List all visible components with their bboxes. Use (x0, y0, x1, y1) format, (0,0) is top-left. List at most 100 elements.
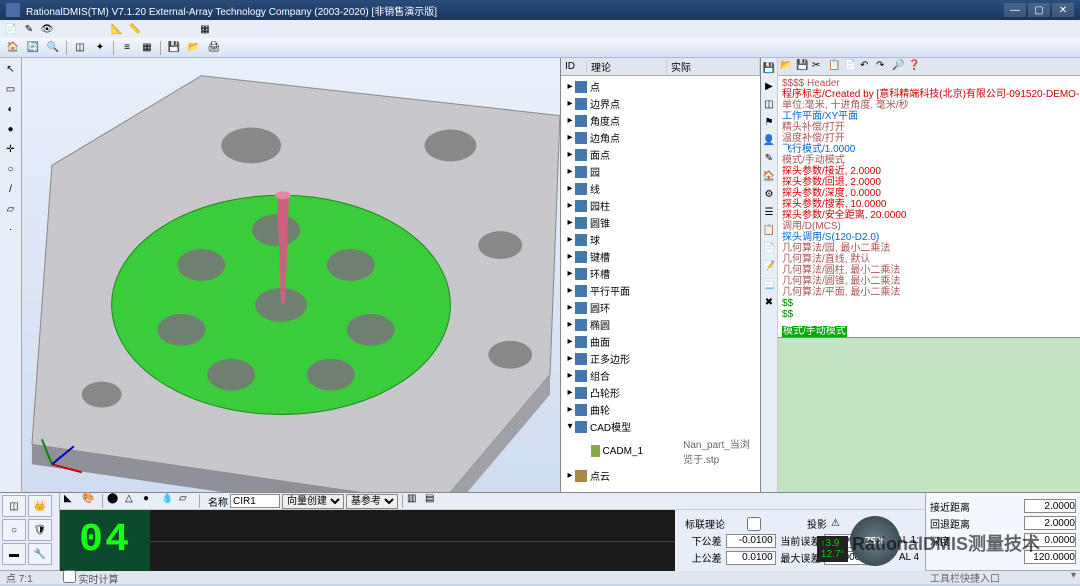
tree-item[interactable]: ▸正多边形 (563, 350, 758, 367)
name-input[interactable] (230, 494, 280, 508)
tb-open-icon[interactable]: 📂 (185, 40, 203, 56)
tree-item[interactable]: ▸曲面 (563, 333, 758, 350)
tree-item[interactable]: ▸圆环 (563, 299, 758, 316)
tb-zoom-icon[interactable]: 🔍 (44, 40, 62, 56)
st-sheet-icon[interactable]: 📃 (761, 276, 777, 292)
nomr-check[interactable] (729, 517, 779, 531)
rt-check[interactable] (63, 570, 76, 583)
bl-crest-icon[interactable]: 👑 (28, 495, 52, 517)
lt-line-icon[interactable]: / (2, 180, 20, 198)
stb-undo-icon[interactable]: ↶ (860, 60, 874, 74)
menu-probe-icon[interactable]: 📐 (110, 22, 124, 36)
minimize-button[interactable]: — (1004, 3, 1026, 17)
tree-root[interactable]: ▸点 (563, 78, 758, 95)
tree-item[interactable]: ▸面点 (563, 146, 758, 163)
tree-item[interactable]: ▸环槽 (563, 265, 758, 282)
tree-item[interactable]: ▸椭圆 (563, 316, 758, 333)
stb-cut-icon[interactable]: ✂ (812, 60, 826, 74)
bm-drop-icon[interactable]: 💧 (161, 493, 177, 509)
menu-edit-icon[interactable]: ✎ (22, 22, 36, 36)
lt-coord-icon[interactable]: ✛ (2, 140, 20, 158)
tree-cad-item[interactable]: CADM_1Nan_part_当浏览于.stp (563, 435, 758, 467)
st-note-icon[interactable]: 📝 (761, 258, 777, 274)
expand-icon[interactable]: ▾ (1071, 570, 1076, 585)
tree-item[interactable]: ▸线 (563, 180, 758, 197)
tb-cube-icon[interactable]: ◫ (71, 40, 89, 56)
st-home-icon[interactable]: 🏠 (761, 168, 777, 184)
tree-item[interactable]: ▸平行平面 (563, 282, 758, 299)
bl-cube-icon[interactable]: ◫ (2, 495, 26, 517)
close-button[interactable]: ✕ (1052, 3, 1074, 17)
st-x-icon[interactable]: ✖ (761, 294, 777, 310)
bm-cyl-icon[interactable]: ⬤ (107, 493, 123, 509)
tree-item[interactable]: ▸园 (563, 163, 758, 180)
lt-surface-icon[interactable]: ◐ (2, 100, 20, 118)
bm-tri-icon[interactable]: ◣ (64, 493, 80, 509)
tree-item[interactable]: ▸边界点 (563, 95, 758, 112)
st-run-icon[interactable]: ▶ (761, 78, 777, 94)
menu-window-icon[interactable]: ▦ (198, 22, 212, 36)
tree-item[interactable]: ▸园柱 (563, 197, 758, 214)
stb-help-icon[interactable]: ❓ (908, 60, 922, 74)
bl-shield-icon[interactable]: 🛡 (28, 519, 52, 541)
lt-circle-icon[interactable]: ○ (2, 160, 20, 178)
tree-item[interactable]: ▸键槽 (563, 248, 758, 265)
proj-select[interactable]: 向量创建 (282, 494, 344, 509)
lt-probe-icon[interactable]: ● (2, 120, 20, 138)
waveform-display[interactable] (150, 510, 675, 571)
bm-plane-icon[interactable]: ▱ (179, 493, 195, 509)
menu-file-icon[interactable]: 📄 (4, 22, 18, 36)
menu-view-icon[interactable]: 👁 (40, 22, 54, 36)
menu-measure-icon[interactable]: 📏 (128, 22, 142, 36)
joystick-indicator[interactable]: 75% (850, 516, 900, 566)
st-save-icon[interactable]: 💾 (761, 60, 777, 76)
bm-cone-icon[interactable]: △ (125, 493, 141, 509)
tree-points[interactable]: ▸点云 (563, 467, 758, 484)
tb-axis-icon[interactable]: ✦ (91, 40, 109, 56)
tree-item[interactable]: ▸角度点 (563, 112, 758, 129)
lt-face-icon[interactable]: ▱ (2, 200, 20, 218)
st-edit-icon[interactable]: ✎ (761, 150, 777, 166)
bl-bar-icon[interactable]: ▬ (2, 543, 26, 565)
stb-save-icon[interactable]: 💾 (796, 60, 810, 74)
tree-item[interactable]: ▾CAD模型 (563, 418, 758, 435)
st-flag-icon[interactable]: ⚑ (761, 114, 777, 130)
tree-body[interactable]: ▸点 ▸边界点▸角度点▸边角点▸面点▸园▸线▸园柱▸圆锥▸球▸键槽▸环槽▸平行平… (561, 76, 760, 492)
tb-grid-icon[interactable]: ▦ (138, 40, 156, 56)
speed-input[interactable] (1024, 550, 1076, 564)
stb-find-icon[interactable]: 🔎 (892, 60, 906, 74)
ref-select[interactable]: 基参考 (346, 494, 398, 509)
tb-refresh-icon[interactable]: 🔄 (24, 40, 42, 56)
stb-redo-icon[interactable]: ↷ (876, 60, 890, 74)
tb-print-icon[interactable]: 🖨 (205, 40, 223, 56)
upper-input[interactable] (726, 551, 776, 565)
lt-arrow-icon[interactable]: ↖ (2, 60, 20, 78)
proj-icon[interactable]: ⚠ (831, 518, 840, 529)
viewport-3d[interactable] (22, 58, 560, 492)
script-editor[interactable]: $$$$ Header程序标志/Created by [意科精端科技(北京)有限… (778, 76, 1080, 322)
stb-paste-icon[interactable]: 📄 (844, 60, 858, 74)
st-doc-icon[interactable]: 📄 (761, 240, 777, 256)
st-clip-icon[interactable]: 📋 (761, 222, 777, 238)
retract-input[interactable] (1024, 516, 1076, 530)
bm-sph-icon[interactable]: ● (143, 493, 159, 509)
bm-more2-icon[interactable]: ▤ (425, 493, 441, 509)
tree-item[interactable]: ▸圆锥 (563, 214, 758, 231)
bl-circle-icon[interactable]: ○ (2, 519, 26, 541)
st-list-icon[interactable]: ☰ (761, 204, 777, 220)
approach-input[interactable] (1024, 499, 1076, 513)
maximize-button[interactable]: ▢ (1028, 3, 1050, 17)
tb-home-icon[interactable]: 🏠 (4, 40, 22, 56)
bm-more1-icon[interactable]: ▥ (407, 493, 423, 509)
depth-input[interactable] (1024, 533, 1076, 547)
tree-item[interactable]: ▸球 (563, 231, 758, 248)
st-cube-icon[interactable]: ◫ (761, 96, 777, 112)
tree-item[interactable]: ▸曲轮 (563, 401, 758, 418)
tree-item[interactable]: ▸凸轮形 (563, 384, 758, 401)
lower-input[interactable] (726, 534, 776, 548)
bm-color-icon[interactable]: 🎨 (82, 493, 98, 509)
lt-point-icon[interactable]: · (2, 220, 20, 238)
stb-copy-icon[interactable]: 📋 (828, 60, 842, 74)
stb-open-icon[interactable]: 📂 (780, 60, 794, 74)
tb-layers-icon[interactable]: ≡ (118, 40, 136, 56)
